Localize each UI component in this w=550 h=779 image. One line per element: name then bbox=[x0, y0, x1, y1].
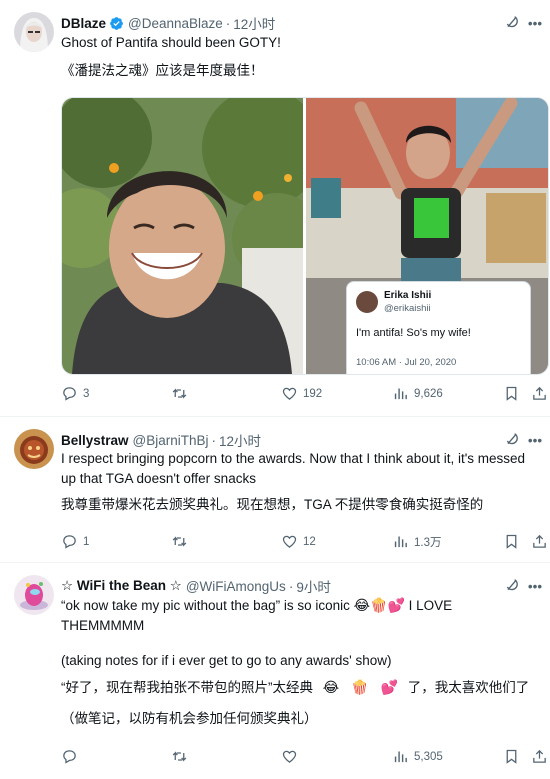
retweet-icon bbox=[172, 388, 187, 399]
like-button[interactable]: 192 bbox=[281, 385, 322, 402]
like-button[interactable] bbox=[281, 748, 303, 765]
tweet-1[interactable]: DBlaze @DeannaBlaze · 12小时 ••• Ghost of … bbox=[0, 0, 550, 417]
handle[interactable]: @WiFiAmongUs bbox=[186, 579, 286, 594]
embedded-tweet-card[interactable]: Erika Ishii @erikaishii I'm antifa! So's… bbox=[346, 281, 531, 374]
heart-icon bbox=[282, 387, 297, 400]
verified-badge-icon bbox=[110, 16, 123, 30]
bookmark-button[interactable] bbox=[503, 748, 520, 768]
tweet-2[interactable]: Bellystraw @BjarniThBj · 12小时 ••• I resp… bbox=[0, 417, 550, 563]
tweet-3[interactable]: ☆ WiFi the Bean ☆ @WiFiAmongUs · 9小时 •••… bbox=[0, 563, 550, 779]
reply-icon bbox=[63, 387, 76, 401]
share-button[interactable] bbox=[531, 385, 548, 405]
grok-icon[interactable] bbox=[504, 14, 520, 30]
action-bar: 1 12 1.3万 bbox=[61, 533, 546, 553]
reply-icon bbox=[63, 535, 76, 549]
tweet-text: I respect bringing popcorn to the awards… bbox=[61, 451, 526, 486]
heart-icon bbox=[282, 750, 297, 763]
action-bar: 3 192 9,626 bbox=[61, 385, 546, 405]
reply-icon bbox=[63, 750, 76, 764]
handle[interactable]: @BjarniThBj bbox=[133, 433, 209, 448]
share-icon bbox=[533, 534, 546, 548]
views-icon bbox=[394, 536, 407, 548]
hearts-emoji-icon: 💕 bbox=[380, 679, 398, 695]
timestamp[interactable]: 12小时 bbox=[219, 430, 261, 450]
reply-count: 3 bbox=[83, 387, 90, 400]
share-icon bbox=[533, 386, 546, 400]
handle[interactable]: @DeannaBlaze bbox=[128, 16, 223, 31]
embedded-text: I'm antifa! So's my wife! bbox=[356, 327, 471, 339]
more-icon[interactable]: ••• bbox=[526, 578, 544, 594]
views-count: 9,626 bbox=[414, 387, 443, 400]
photo-cheering-person[interactable]: Erika Ishii @erikaishii I'm antifa! So's… bbox=[306, 98, 548, 374]
views-button[interactable]: 5,305 bbox=[392, 748, 443, 765]
laughing-emoji-icon: 😂 bbox=[353, 597, 371, 613]
more-icon[interactable]: ••• bbox=[526, 15, 544, 31]
heart-icon bbox=[282, 535, 297, 548]
avatar[interactable] bbox=[14, 429, 54, 469]
grok-icon[interactable] bbox=[504, 431, 520, 447]
timestamp[interactable]: 9小时 bbox=[296, 576, 331, 596]
tweet-translation: 《潘提法之魂》应该是年度最佳！ bbox=[61, 63, 264, 78]
bookmark-button[interactable] bbox=[503, 385, 520, 405]
photo-smiling-person[interactable] bbox=[62, 98, 303, 374]
share-icon bbox=[533, 749, 546, 763]
display-name[interactable]: ☆ WiFi the Bean ☆ bbox=[61, 578, 182, 594]
bookmark-icon bbox=[506, 749, 517, 764]
embedded-avatar bbox=[356, 291, 378, 313]
reply-count: 1 bbox=[83, 535, 90, 548]
tweet-translation-line-1: “好了，现在帮我拍张不带包的照片”太经典 😂 🍿 💕 了，我太喜欢他们了 bbox=[61, 677, 536, 698]
views-icon bbox=[394, 751, 407, 763]
views-icon bbox=[394, 388, 407, 400]
display-name[interactable]: DBlaze bbox=[61, 16, 106, 31]
reply-button[interactable] bbox=[61, 748, 83, 765]
like-count: 192 bbox=[303, 387, 323, 400]
reply-button[interactable]: 3 bbox=[61, 385, 89, 402]
bookmark-button[interactable] bbox=[503, 533, 520, 553]
bookmark-icon bbox=[506, 386, 517, 401]
hearts-emoji-icon: 💕 bbox=[387, 597, 405, 613]
action-bar: 5,305 bbox=[61, 748, 546, 768]
popcorn-emoji-icon: 🍿 bbox=[351, 679, 369, 695]
retweet-button[interactable] bbox=[171, 385, 193, 402]
tweet-text-line-1: “ok now take my pic without the bag” is … bbox=[61, 595, 536, 636]
reply-button[interactable]: 1 bbox=[61, 533, 89, 550]
tweet-translation-line-2: （做笔记，以防有机会参加任何颁奖典礼） bbox=[61, 711, 318, 726]
retweet-icon bbox=[172, 751, 187, 762]
media-grid[interactable]: Erika Ishii @erikaishii I'm antifa! So's… bbox=[61, 97, 549, 375]
separator-dot: · bbox=[211, 432, 217, 448]
bookmark-icon bbox=[506, 534, 517, 549]
laughing-emoji-icon: 😂 bbox=[322, 679, 340, 695]
more-icon[interactable]: ••• bbox=[526, 432, 544, 448]
tweet-translation-part: 了，我太喜欢他们了 bbox=[407, 680, 530, 695]
share-button[interactable] bbox=[531, 533, 548, 553]
views-button[interactable]: 9,626 bbox=[392, 385, 443, 402]
views-button[interactable]: 1.3万 bbox=[392, 533, 442, 550]
views-count: 5,305 bbox=[414, 750, 443, 763]
tweet-text: Ghost of Pantifa should been GOTY! bbox=[61, 35, 281, 50]
separator-dot: · bbox=[288, 578, 294, 594]
display-name[interactable]: Bellystraw bbox=[61, 433, 129, 448]
embedded-name: Erika Ishii bbox=[384, 290, 432, 301]
tweet-text-line-2: (taking notes for if i ever get to go to… bbox=[61, 653, 392, 668]
share-button[interactable] bbox=[531, 748, 548, 768]
grok-icon[interactable] bbox=[504, 577, 520, 593]
views-count: 1.3万 bbox=[414, 536, 442, 549]
avatar[interactable] bbox=[14, 12, 54, 52]
embedded-handle: @erikaishii bbox=[384, 303, 431, 314]
separator-dot: · bbox=[225, 15, 231, 31]
tweet-translation-part: “好了，现在帮我拍张不带包的照片”太经典 bbox=[61, 680, 313, 695]
like-button[interactable]: 12 bbox=[281, 533, 316, 550]
retweet-button[interactable] bbox=[171, 533, 193, 550]
like-count: 12 bbox=[303, 535, 316, 548]
tweet-text-part: “ok now take my pic without the bag” is … bbox=[61, 598, 350, 613]
retweet-button[interactable] bbox=[171, 748, 193, 765]
popcorn-emoji-icon: 🍿 bbox=[370, 597, 388, 613]
timestamp[interactable]: 12小时 bbox=[233, 13, 275, 33]
tweet-translation: 我尊重带爆米花去颁奖典礼。现在想想，TGA 不提供零食确实挺奇怪的 bbox=[61, 497, 484, 512]
retweet-icon bbox=[172, 536, 187, 547]
embedded-timestamp: 10:06 AM · Jul 20, 2020 bbox=[356, 357, 457, 368]
avatar[interactable] bbox=[14, 575, 54, 615]
